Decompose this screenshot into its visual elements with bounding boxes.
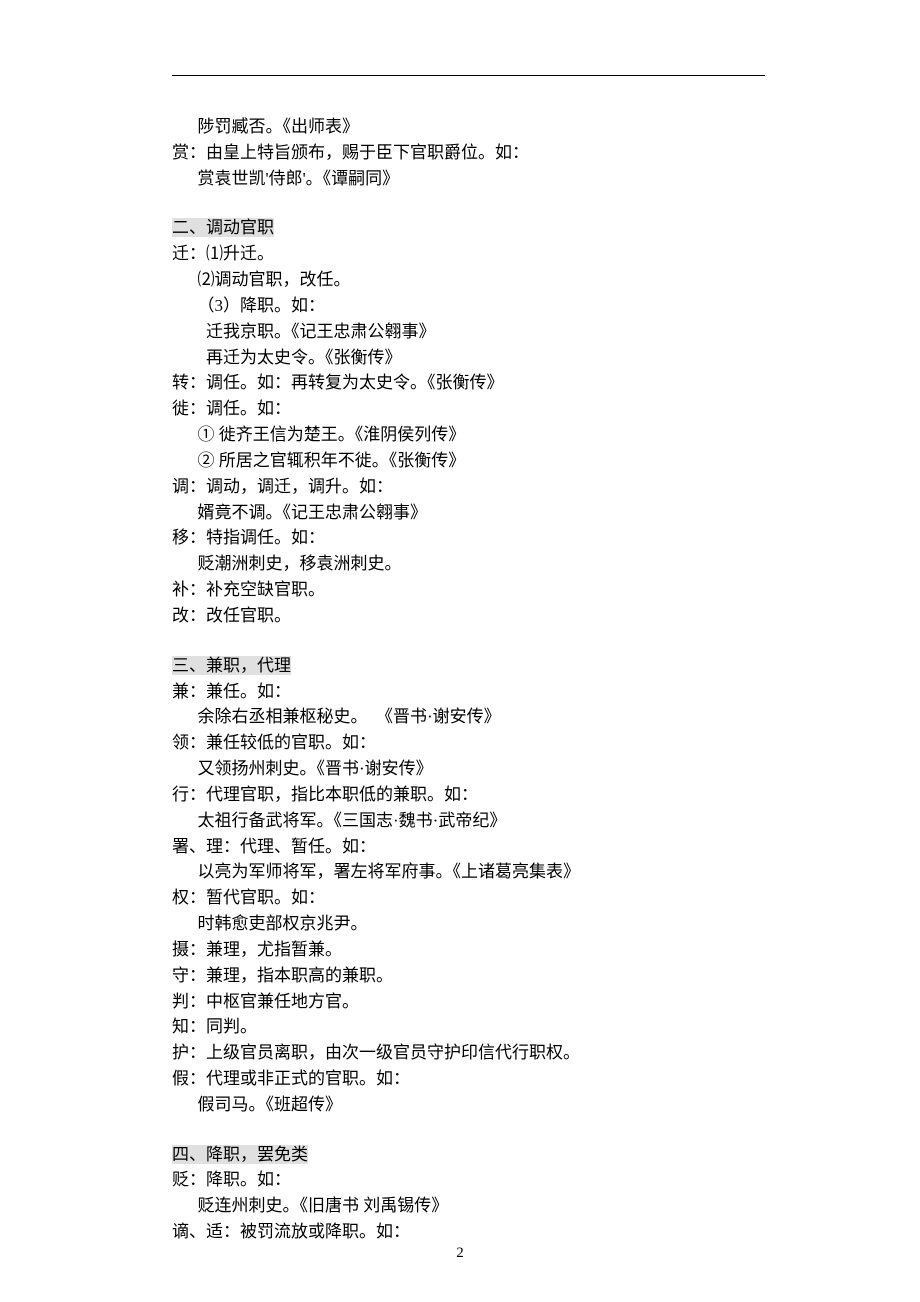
body-line: 领：兼任较低的官职。如： [172, 730, 765, 756]
body-line: ⑵调动官职，改任。 [172, 267, 765, 293]
body-line: 婿竟不调。《记王忠肃公翱事》 [172, 500, 765, 526]
body-line: ① 徙齐王信为楚王。《淮阴侯列传》 [172, 422, 765, 448]
body-line: 徙：调任。如： [172, 396, 765, 422]
body-line: 调：调动，调迁，调升。如： [172, 474, 765, 500]
body-line: 行：代理官职，指比本职低的兼职。如： [172, 782, 765, 808]
section-heading: 三、兼职，代理 [172, 653, 765, 679]
top-rule [172, 75, 765, 76]
body-line: 护：上级官员离职，由次一级官员守护印信代行职权。 [172, 1040, 765, 1066]
body-line: 以亮为军师将军，署左将军府事。《上诸葛亮集表》 [172, 859, 765, 885]
paragraph-gap [172, 1118, 765, 1142]
body-line: 太祖行备武将军。《三国志·魏书·武帝纪》 [172, 808, 765, 834]
section-heading: 二、调动官职 [172, 215, 765, 241]
body-line: 谪、适：被罚流放或降职。如： [172, 1219, 765, 1245]
body-line: 贬：降职。如： [172, 1167, 765, 1193]
body-line: 兼：兼任。如： [172, 679, 765, 705]
highlight: 三、兼职，代理 [172, 656, 291, 675]
body-line: 假司马。《班超传》 [172, 1092, 765, 1118]
body-line: （3）降职。如： [172, 293, 765, 319]
body-line: 迁我京职。《记王忠肃公翱事》 [172, 319, 765, 345]
body-line: 陟罚臧否。《出师表》 [172, 114, 765, 140]
body-line: 余除右丞相兼枢秘史。 《晋书·谢安传》 [172, 704, 765, 730]
body-line: 改：改任官职。 [172, 603, 765, 629]
page-number: 2 [0, 1245, 920, 1262]
highlight: 四、降职，罢免类 [172, 1145, 308, 1164]
body-line: ② 所居之官辄积年不徙。《张衡传》 [172, 448, 765, 474]
body-line: 摄：兼理，尤指暂兼。 [172, 937, 765, 963]
body-line: 贬潮洲刺史，移袁洲刺史。 [172, 551, 765, 577]
body-line: 署、理：代理、暂任。如： [172, 834, 765, 860]
body-line: 转：调任。如：再转复为太史令。《张衡传》 [172, 370, 765, 396]
body-line: 补：补充空缺官职。 [172, 577, 765, 603]
body-line: 判：中枢官兼任地方官。 [172, 989, 765, 1015]
body-line: 贬连州刺史。《旧唐书 刘禹锡传》 [172, 1193, 765, 1219]
body-line: 移：特指调任。如： [172, 525, 765, 551]
body-line: 又领扬州刺史。《晋书·谢安传》 [172, 756, 765, 782]
document-page: 陟罚臧否。《出师表》 赏：由皇上特旨颁布，赐于臣下官职爵位。如： 赏袁世凯'侍郎… [0, 0, 920, 1245]
body-line: 时韩愈吏部权京兆尹。 [172, 911, 765, 937]
highlight: 二、调动官职 [172, 218, 274, 237]
paragraph-gap [172, 191, 765, 215]
body-line: 权：暂代官职。如： [172, 885, 765, 911]
body-line: 赏：由皇上特旨颁布，赐于臣下官职爵位。如： [172, 140, 765, 166]
body-line: 知：同判。 [172, 1014, 765, 1040]
body-line: 守：兼理，指本职高的兼职。 [172, 963, 765, 989]
paragraph-gap [172, 629, 765, 653]
body-line: 迁：⑴升迁。 [172, 241, 765, 267]
body-line: 假：代理或非正式的官职。如： [172, 1066, 765, 1092]
section-heading: 四、降职，罢免类 [172, 1142, 765, 1168]
body-line: 赏袁世凯'侍郎'。《谭嗣同》 [172, 166, 765, 192]
body-line: 再迁为太史令。《张衡传》 [172, 345, 765, 371]
